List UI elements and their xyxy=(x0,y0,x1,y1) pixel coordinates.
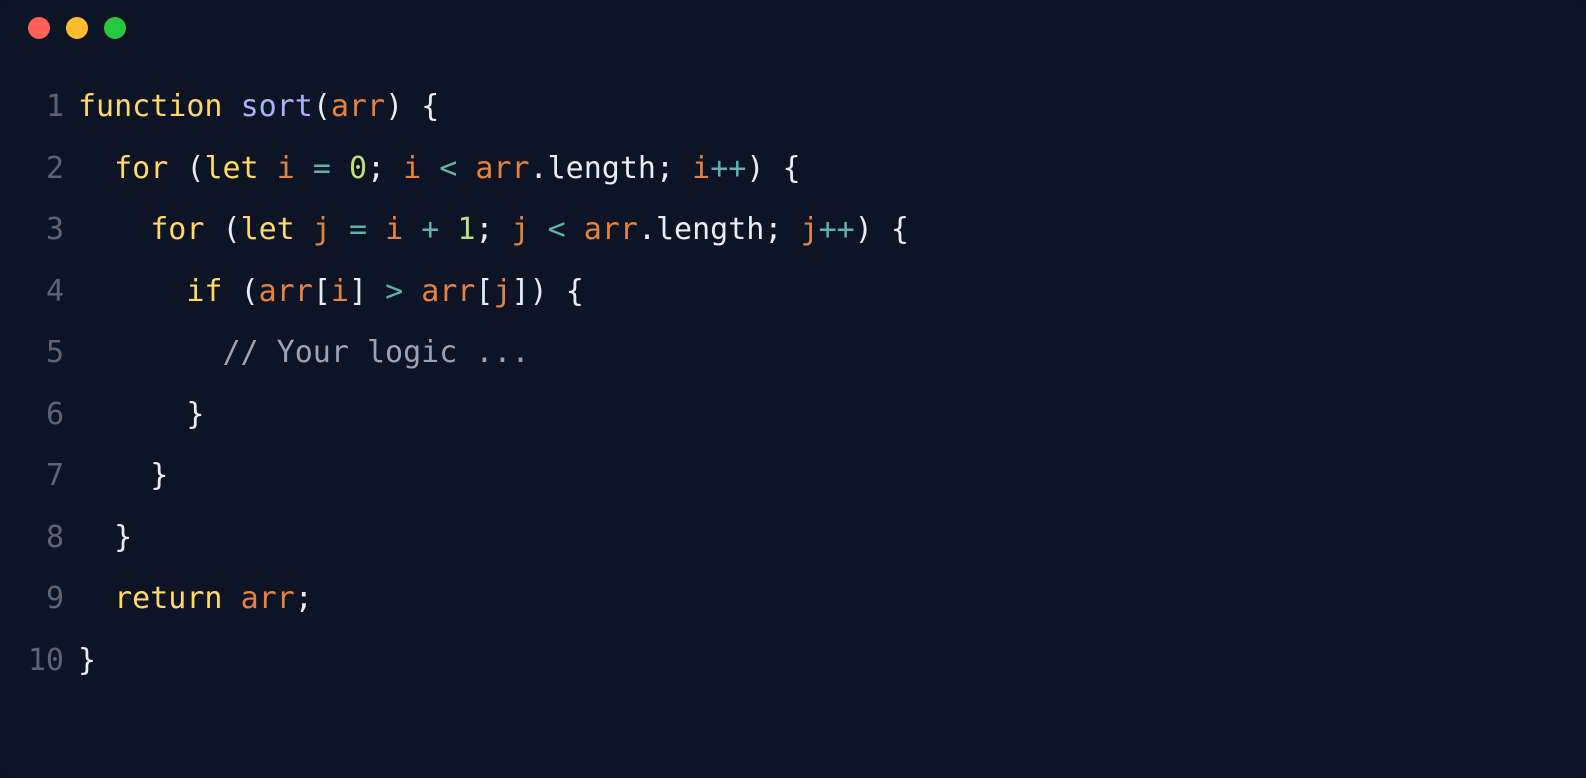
line-number: 10 xyxy=(0,630,78,692)
close-icon[interactable] xyxy=(28,17,50,39)
code-content: function sort(arr) { xyxy=(78,76,1586,138)
code-editor[interactable]: 1 function sort(arr) { 2 for (let i = 0;… xyxy=(0,56,1586,778)
code-line: 1 function sort(arr) { xyxy=(0,76,1586,138)
line-number: 6 xyxy=(0,384,78,446)
line-number: 7 xyxy=(0,445,78,507)
line-number: 8 xyxy=(0,507,78,569)
line-number: 3 xyxy=(0,199,78,261)
code-content: } xyxy=(78,630,1586,692)
code-content: } xyxy=(78,507,1586,569)
code-line: 9 return arr; xyxy=(0,568,1586,630)
code-line: 6 } xyxy=(0,384,1586,446)
line-number: 1 xyxy=(0,76,78,138)
line-number: 9 xyxy=(0,568,78,630)
code-content: } xyxy=(78,445,1586,507)
line-number: 2 xyxy=(0,138,78,200)
code-line: 10 } xyxy=(0,630,1586,692)
line-number: 5 xyxy=(0,322,78,384)
editor-window: 1 function sort(arr) { 2 for (let i = 0;… xyxy=(0,0,1586,778)
code-line: 3 for (let j = i + 1; j < arr.length; j+… xyxy=(0,199,1586,261)
maximize-icon[interactable] xyxy=(104,17,126,39)
minimize-icon[interactable] xyxy=(66,17,88,39)
code-content: for (let j = i + 1; j < arr.length; j++)… xyxy=(78,199,1586,261)
code-content: } xyxy=(78,384,1586,446)
code-line: 5 // Your logic ... xyxy=(0,322,1586,384)
code-content: // Your logic ... xyxy=(78,322,1586,384)
code-line: 2 for (let i = 0; i < arr.length; i++) { xyxy=(0,138,1586,200)
code-line: 4 if (arr[i] > arr[j]) { xyxy=(0,261,1586,323)
line-number: 4 xyxy=(0,261,78,323)
code-content: return arr; xyxy=(78,568,1586,630)
code-line: 8 } xyxy=(0,507,1586,569)
code-content: if (arr[i] > arr[j]) { xyxy=(78,261,1586,323)
titlebar xyxy=(0,0,1586,56)
code-line: 7 } xyxy=(0,445,1586,507)
code-content: for (let i = 0; i < arr.length; i++) { xyxy=(78,138,1586,200)
